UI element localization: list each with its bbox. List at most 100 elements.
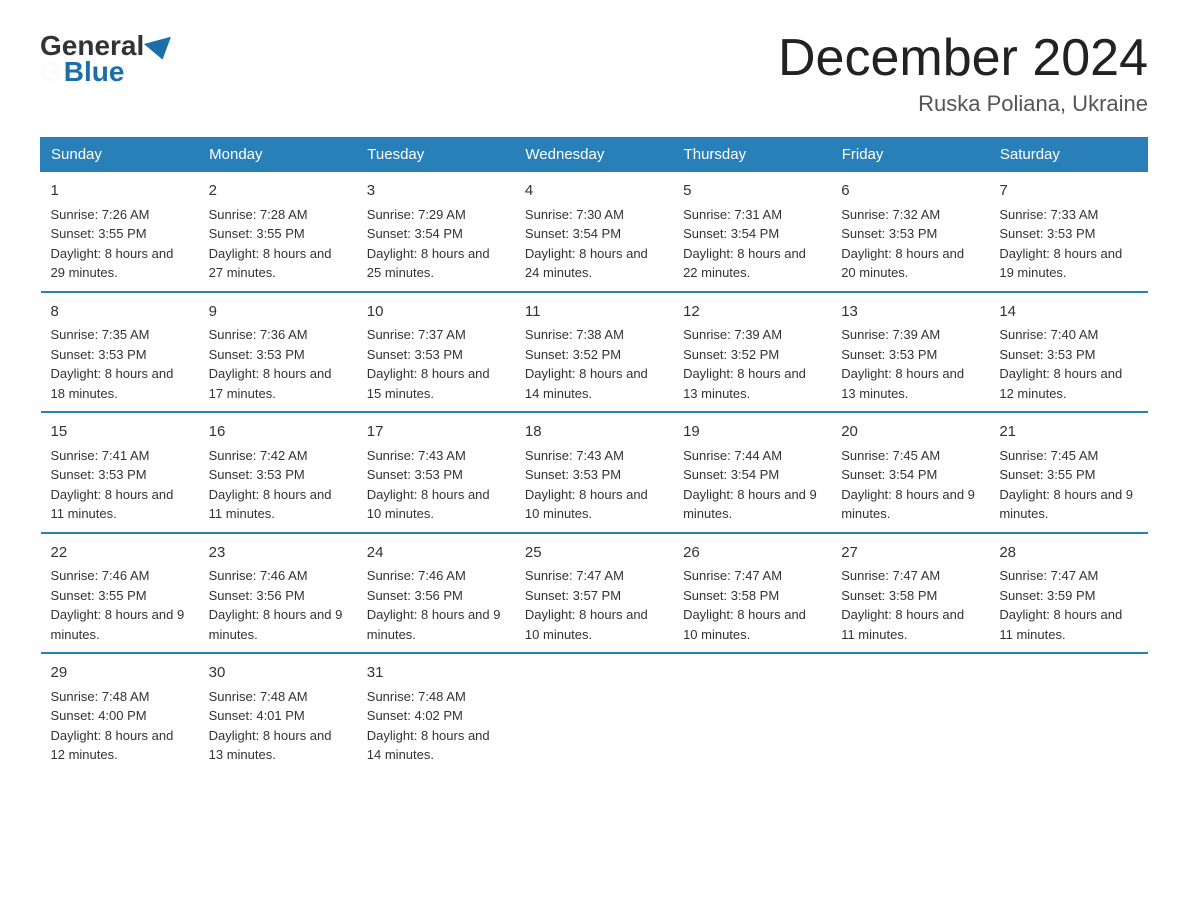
table-row: 1 Sunrise: 7:26 AM Sunset: 3:55 PM Dayli… <box>41 172 199 292</box>
table-row: 10 Sunrise: 7:37 AM Sunset: 3:53 PM Dayl… <box>357 292 515 413</box>
day-number: 14 <box>999 301 1137 324</box>
day-daylight: Daylight: 8 hours and 9 minutes. <box>367 607 501 642</box>
day-sunset: Sunset: 3:53 PM <box>51 347 147 362</box>
day-daylight: Daylight: 8 hours and 9 minutes. <box>841 487 975 522</box>
day-number: 3 <box>367 180 505 203</box>
table-row <box>831 653 989 773</box>
day-daylight: Daylight: 8 hours and 15 minutes. <box>367 366 490 401</box>
day-number: 31 <box>367 662 505 685</box>
day-sunrise: Sunrise: 7:31 AM <box>683 207 782 222</box>
day-daylight: Daylight: 8 hours and 10 minutes. <box>367 487 490 522</box>
day-sunrise: Sunrise: 7:47 AM <box>525 568 624 583</box>
day-daylight: Daylight: 8 hours and 19 minutes. <box>999 246 1122 281</box>
table-row: 13 Sunrise: 7:39 AM Sunset: 3:53 PM Dayl… <box>831 292 989 413</box>
calendar-week-row: 8 Sunrise: 7:35 AM Sunset: 3:53 PM Dayli… <box>41 292 1148 413</box>
day-sunrise: Sunrise: 7:43 AM <box>367 448 466 463</box>
table-row: 14 Sunrise: 7:40 AM Sunset: 3:53 PM Dayl… <box>989 292 1147 413</box>
table-row: 16 Sunrise: 7:42 AM Sunset: 3:53 PM Dayl… <box>199 412 357 533</box>
table-row: 19 Sunrise: 7:44 AM Sunset: 3:54 PM Dayl… <box>673 412 831 533</box>
day-sunset: Sunset: 3:53 PM <box>367 467 463 482</box>
day-number: 29 <box>51 662 189 685</box>
day-sunrise: Sunrise: 7:35 AM <box>51 327 150 342</box>
table-row: 31 Sunrise: 7:48 AM Sunset: 4:02 PM Dayl… <box>357 653 515 773</box>
day-daylight: Daylight: 8 hours and 17 minutes. <box>209 366 332 401</box>
day-sunrise: Sunrise: 7:39 AM <box>683 327 782 342</box>
day-sunrise: Sunrise: 7:32 AM <box>841 207 940 222</box>
day-number: 12 <box>683 301 821 324</box>
day-number: 13 <box>841 301 979 324</box>
day-daylight: Daylight: 8 hours and 11 minutes. <box>51 487 174 522</box>
day-daylight: Daylight: 8 hours and 13 minutes. <box>841 366 964 401</box>
day-sunrise: Sunrise: 7:28 AM <box>209 207 308 222</box>
day-number: 21 <box>999 421 1137 444</box>
table-row <box>515 653 673 773</box>
header-friday: Friday <box>831 138 989 172</box>
table-row: 7 Sunrise: 7:33 AM Sunset: 3:53 PM Dayli… <box>989 172 1147 292</box>
day-daylight: Daylight: 8 hours and 11 minutes. <box>999 607 1122 642</box>
day-sunrise: Sunrise: 7:46 AM <box>209 568 308 583</box>
day-number: 11 <box>525 301 663 324</box>
day-number: 22 <box>51 542 189 565</box>
table-row: 28 Sunrise: 7:47 AM Sunset: 3:59 PM Dayl… <box>989 533 1147 654</box>
day-daylight: Daylight: 8 hours and 11 minutes. <box>209 487 332 522</box>
day-daylight: Daylight: 8 hours and 9 minutes. <box>51 607 185 642</box>
table-row: 17 Sunrise: 7:43 AM Sunset: 3:53 PM Dayl… <box>357 412 515 533</box>
day-sunset: Sunset: 3:53 PM <box>209 467 305 482</box>
logo-arrow-icon <box>144 37 176 64</box>
day-daylight: Daylight: 8 hours and 25 minutes. <box>367 246 490 281</box>
day-sunrise: Sunrise: 7:33 AM <box>999 207 1098 222</box>
table-row: 11 Sunrise: 7:38 AM Sunset: 3:52 PM Dayl… <box>515 292 673 413</box>
table-row <box>989 653 1147 773</box>
table-row: 12 Sunrise: 7:39 AM Sunset: 3:52 PM Dayl… <box>673 292 831 413</box>
day-sunset: Sunset: 3:55 PM <box>999 467 1095 482</box>
day-number: 17 <box>367 421 505 444</box>
day-sunrise: Sunrise: 7:45 AM <box>841 448 940 463</box>
day-sunset: Sunset: 3:54 PM <box>683 467 779 482</box>
header-sunday: Sunday <box>41 138 199 172</box>
day-daylight: Daylight: 8 hours and 27 minutes. <box>209 246 332 281</box>
table-row: 24 Sunrise: 7:46 AM Sunset: 3:56 PM Dayl… <box>357 533 515 654</box>
day-sunset: Sunset: 3:56 PM <box>367 588 463 603</box>
table-row: 20 Sunrise: 7:45 AM Sunset: 3:54 PM Dayl… <box>831 412 989 533</box>
day-sunrise: Sunrise: 7:44 AM <box>683 448 782 463</box>
day-sunrise: Sunrise: 7:46 AM <box>51 568 150 583</box>
day-sunset: Sunset: 3:52 PM <box>683 347 779 362</box>
day-daylight: Daylight: 8 hours and 22 minutes. <box>683 246 806 281</box>
day-sunset: Sunset: 3:54 PM <box>841 467 937 482</box>
day-number: 24 <box>367 542 505 565</box>
day-sunset: Sunset: 3:55 PM <box>51 588 147 603</box>
day-number: 23 <box>209 542 347 565</box>
day-sunset: Sunset: 3:55 PM <box>51 226 147 241</box>
day-sunset: Sunset: 3:52 PM <box>525 347 621 362</box>
header-wednesday: Wednesday <box>515 138 673 172</box>
day-number: 16 <box>209 421 347 444</box>
day-sunrise: Sunrise: 7:42 AM <box>209 448 308 463</box>
day-sunrise: Sunrise: 7:48 AM <box>209 689 308 704</box>
day-daylight: Daylight: 8 hours and 11 minutes. <box>841 607 964 642</box>
table-row: 30 Sunrise: 7:48 AM Sunset: 4:01 PM Dayl… <box>199 653 357 773</box>
day-sunrise: Sunrise: 7:36 AM <box>209 327 308 342</box>
day-sunset: Sunset: 3:53 PM <box>51 467 147 482</box>
calendar-week-row: 29 Sunrise: 7:48 AM Sunset: 4:00 PM Dayl… <box>41 653 1148 773</box>
day-daylight: Daylight: 8 hours and 29 minutes. <box>51 246 174 281</box>
table-row <box>673 653 831 773</box>
day-sunrise: Sunrise: 7:48 AM <box>367 689 466 704</box>
table-row: 18 Sunrise: 7:43 AM Sunset: 3:53 PM Dayl… <box>515 412 673 533</box>
day-daylight: Daylight: 8 hours and 9 minutes. <box>683 487 817 522</box>
table-row: 2 Sunrise: 7:28 AM Sunset: 3:55 PM Dayli… <box>199 172 357 292</box>
table-row: 29 Sunrise: 7:48 AM Sunset: 4:00 PM Dayl… <box>41 653 199 773</box>
table-row: 22 Sunrise: 7:46 AM Sunset: 3:55 PM Dayl… <box>41 533 199 654</box>
day-sunrise: Sunrise: 7:47 AM <box>999 568 1098 583</box>
day-daylight: Daylight: 8 hours and 14 minutes. <box>525 366 648 401</box>
day-sunset: Sunset: 4:02 PM <box>367 708 463 723</box>
day-sunrise: Sunrise: 7:26 AM <box>51 207 150 222</box>
day-sunset: Sunset: 3:53 PM <box>525 467 621 482</box>
day-number: 9 <box>209 301 347 324</box>
header-tuesday: Tuesday <box>357 138 515 172</box>
day-daylight: Daylight: 8 hours and 9 minutes. <box>209 607 343 642</box>
calendar-week-row: 1 Sunrise: 7:26 AM Sunset: 3:55 PM Dayli… <box>41 172 1148 292</box>
table-row: 27 Sunrise: 7:47 AM Sunset: 3:58 PM Dayl… <box>831 533 989 654</box>
day-sunrise: Sunrise: 7:38 AM <box>525 327 624 342</box>
day-sunrise: Sunrise: 7:43 AM <box>525 448 624 463</box>
day-sunset: Sunset: 3:59 PM <box>999 588 1095 603</box>
